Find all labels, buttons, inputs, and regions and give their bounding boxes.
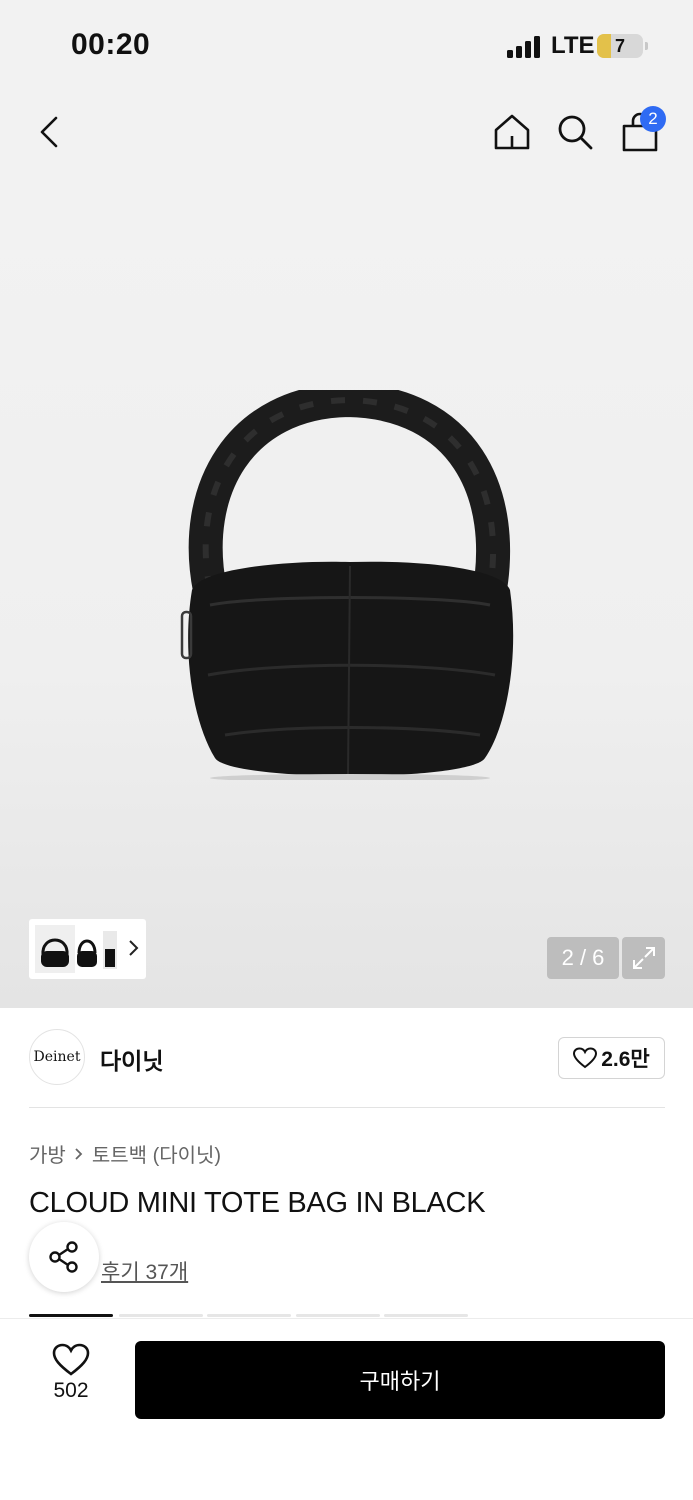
cart-badge: 2 (640, 106, 666, 132)
chevron-right-icon (129, 940, 139, 956)
signal-icon (507, 36, 543, 58)
brand-like-count: 2.6만 (601, 1048, 650, 1071)
share-icon (49, 1241, 78, 1273)
wishlist-button[interactable]: 502 (36, 1343, 106, 1413)
breadcrumb-subcategory[interactable]: 토트백 (다이닛) (92, 1139, 221, 1168)
status-time: 00:20 (71, 28, 151, 61)
buy-button[interactable]: 구매하기 (135, 1341, 665, 1419)
image-page-counter: 2 / 6 (547, 937, 619, 979)
expand-icon (632, 947, 655, 969)
divider (29, 1107, 665, 1108)
tab-stub[interactable] (119, 1314, 203, 1317)
breadcrumb-category[interactable]: 가방 (29, 1139, 66, 1168)
home-icon (494, 114, 530, 150)
chevron-right-icon (75, 1147, 83, 1160)
brand-logo[interactable]: Deinet (29, 1029, 85, 1085)
search-button[interactable] (549, 106, 601, 158)
back-button[interactable] (24, 106, 76, 158)
thumbnail-strip[interactable] (29, 919, 146, 979)
home-button[interactable] (486, 106, 538, 158)
breadcrumb: 가방 토트백 (다이닛) (29, 1139, 221, 1168)
share-button[interactable] (29, 1222, 99, 1292)
brand-name[interactable]: 다이닛 (100, 1042, 163, 1076)
status-bar: 00:20 LTE 7 (0, 0, 693, 92)
heart-outline-icon (573, 1047, 598, 1069)
battery-nub (645, 42, 648, 50)
product-title: CLOUD MINI TOTE BAG IN BLACK (29, 1187, 486, 1219)
back-arrow-icon (40, 116, 58, 148)
top-nav: 2 (0, 92, 693, 172)
product-photo (180, 390, 514, 780)
tab-indicator[interactable] (29, 1314, 113, 1317)
product-image-gallery[interactable]: 2 / 6 (0, 172, 693, 1008)
tab-stub[interactable] (384, 1314, 468, 1317)
tab-stub[interactable] (207, 1314, 291, 1317)
battery-icon: 7 (597, 34, 643, 58)
cart-button[interactable]: 2 (614, 106, 666, 158)
reviews-link[interactable]: 후기 37개 (101, 1256, 188, 1286)
brand-row: Deinet 다이닛 2.6만 (0, 1008, 693, 1108)
battery-level: 7 (614, 36, 625, 56)
thumbnail-images (35, 925, 117, 973)
expand-image-button[interactable] (622, 937, 665, 979)
search-icon (558, 115, 593, 150)
tab-stub[interactable] (296, 1314, 380, 1317)
heart-outline-icon (52, 1343, 90, 1376)
network-label: LTE (551, 32, 595, 59)
brand-like-button[interactable]: 2.6만 (558, 1037, 665, 1079)
wishlist-count: 502 (53, 1379, 89, 1402)
bottom-action-bar: 502 구매하기 (0, 1318, 693, 1500)
